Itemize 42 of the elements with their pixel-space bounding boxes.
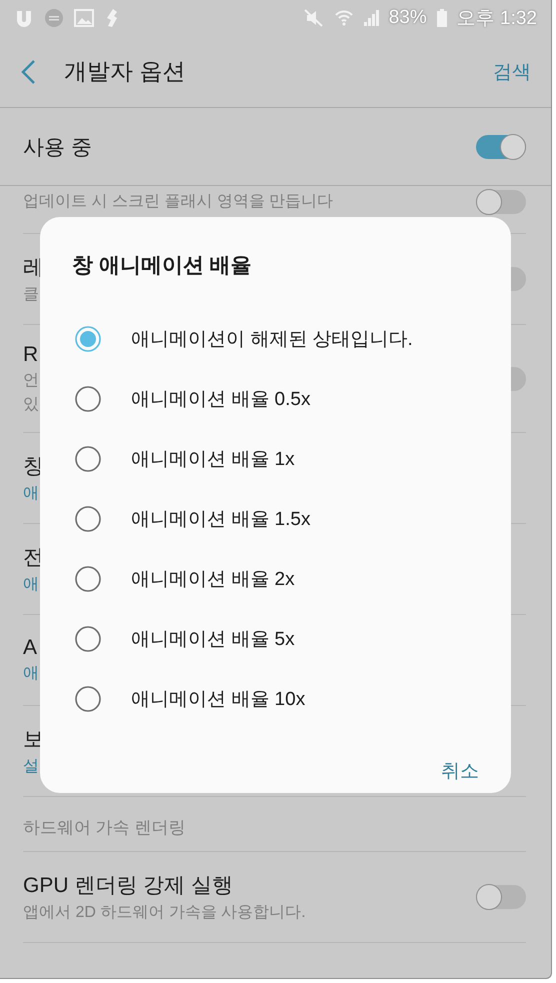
radio-option[interactable]: 애니메이션 배율 2x (72, 549, 479, 609)
setting-description: 설 (23, 757, 39, 777)
setting-title: 보 (23, 727, 44, 753)
setting-description: 클 (23, 285, 39, 305)
setting-title: A (23, 636, 38, 660)
toggle-switch[interactable] (476, 188, 526, 214)
radio-button[interactable] (75, 326, 101, 352)
radio-option[interactable]: 애니메이션 배율 5x (72, 609, 479, 669)
setting-description: 앱에서 2D 하드웨어 가속을 사용합니다. (23, 903, 306, 923)
setting-description: 언 (23, 370, 39, 390)
radio-button[interactable] (75, 626, 101, 652)
setting-description: 업데이트 시 스크린 플래시 영역을 만듭니다 (23, 192, 334, 212)
image-icon (74, 9, 94, 27)
radio-option[interactable]: 애니메이션 배율 1x (72, 429, 479, 489)
signal-icon (362, 9, 379, 27)
wifi-icon (334, 9, 353, 27)
dialog-title: 창 애니메이션 배율 (72, 253, 253, 279)
radio-button[interactable] (75, 566, 101, 592)
screen-title: 개발자 옵션 (64, 57, 186, 86)
setting-description: 애 (23, 575, 39, 595)
app-logo-icon (14, 9, 34, 27)
setting-description: 애 (23, 664, 39, 684)
section-header: 하드웨어 가속 렌더링 (23, 817, 186, 839)
setting-description: 애 (23, 484, 39, 504)
setting-title: R (23, 342, 38, 366)
setting-description: 있 (23, 394, 39, 414)
battery-icon (436, 9, 447, 27)
setting-title: GPU 렌더링 강제 실행 (23, 873, 234, 899)
cancel-button[interactable]: 취소 (441, 754, 479, 788)
radio-option[interactable]: 애니메이션 배율 0.5x (72, 369, 479, 429)
circle-badge-icon (44, 8, 64, 28)
radio-option[interactable]: 애니메이션이 해제된 상태입니다. (72, 309, 479, 369)
master-toggle-switch[interactable] (476, 134, 526, 160)
radio-option[interactable]: 애니메이션 배율 10x (72, 669, 479, 729)
radio-button[interactable] (75, 446, 101, 472)
radio-button[interactable] (75, 686, 101, 712)
radio-option[interactable]: 애니메이션 배율 1.5x (72, 489, 479, 549)
radio-button[interactable] (75, 506, 101, 532)
master-switch-label: 사용 중 (23, 134, 93, 160)
toggle-switch[interactable] (476, 884, 526, 910)
radio-button[interactable] (75, 386, 101, 412)
clock: 오후 1:32 (456, 7, 537, 31)
